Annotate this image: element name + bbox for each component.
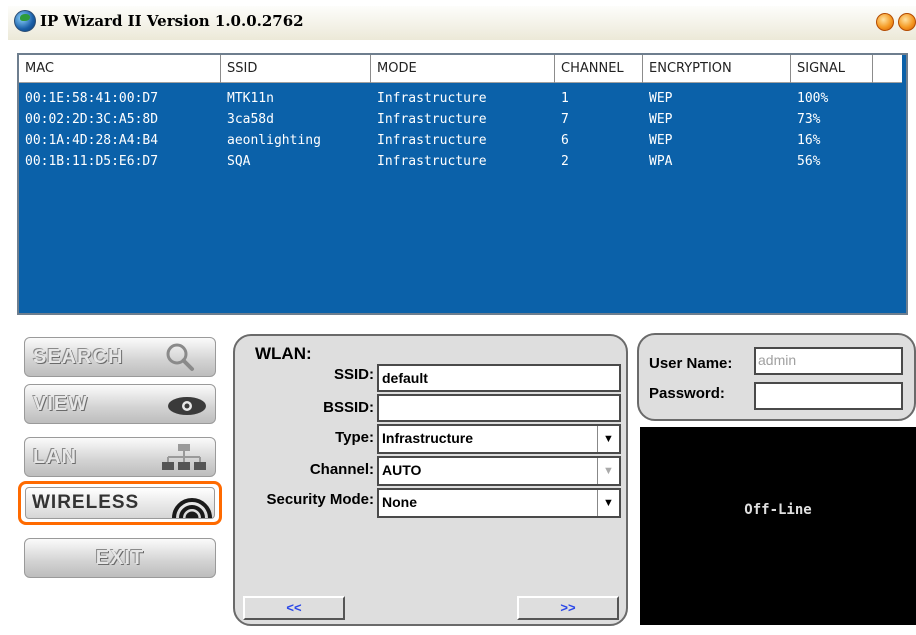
username-label: User Name: — [649, 355, 733, 372]
table-row[interactable]: 00:1A:4D:28:A4:B4 aeonlighting Infrastruct… — [19, 130, 902, 151]
cell-channel: 7 — [561, 112, 569, 127]
table-row[interactable]: 00:1B:11:D5:E6:D7 SQA Infrastructure 2 WPA 56… — [19, 151, 902, 172]
column-header-ssid[interactable]: SSID — [221, 55, 371, 83]
column-header-signal[interactable]: SIGNAL — [791, 55, 873, 83]
globe-icon — [14, 10, 36, 32]
username-field[interactable]: admin — [754, 347, 903, 375]
wireless-button-label: WIRELESS — [32, 492, 140, 513]
exit-button[interactable]: EXIT — [24, 538, 216, 578]
cell-encryption: WEP — [649, 133, 673, 148]
type-select-value: Infrastructure — [382, 430, 474, 446]
lan-button[interactable]: LAN — [24, 437, 216, 477]
view-button[interactable]: VIEW — [24, 384, 216, 424]
cell-signal: 16% — [797, 133, 821, 148]
column-header-mode[interactable]: MODE — [371, 55, 555, 83]
channel-select[interactable]: AUTO ▼ — [377, 456, 621, 486]
cell-signal: 56% — [797, 154, 821, 169]
cell-channel: 6 — [561, 133, 569, 148]
next-button[interactable]: >> — [517, 596, 619, 620]
type-select[interactable]: Infrastructure ▼ — [377, 424, 621, 454]
ssid-label: SSID: — [333, 366, 374, 383]
previous-button[interactable]: << — [243, 596, 345, 620]
lan-button-label: LAN — [33, 446, 78, 468]
cell-signal: 73% — [797, 112, 821, 127]
cell-mac: 00:02:2D:3C:A5:8D — [25, 112, 159, 127]
chevron-down-icon[interactable]: ▼ — [597, 490, 619, 516]
ssid-field[interactable]: default — [377, 364, 621, 392]
wlan-panel: WLAN: SSID: default BSSID: Type: Infrast… — [233, 334, 628, 626]
cell-channel: 2 — [561, 154, 569, 169]
cell-mode: Infrastructure — [377, 133, 487, 148]
channel-label: Channel: — [309, 461, 374, 478]
cell-mac: 00:1E:58:41:00:D7 — [25, 91, 159, 106]
device-list-header: MAC SSID MODE CHANNEL ENCRYPTION SIGNAL — [19, 55, 902, 83]
eye-icon — [168, 397, 206, 415]
channel-select-value: AUTO — [382, 462, 422, 478]
view-button-label: VIEW — [33, 393, 89, 415]
close-button[interactable] — [898, 13, 916, 31]
status-panel: Off-Line — [640, 427, 916, 625]
cell-mac: 00:1A:4D:28:A4:B4 — [25, 133, 159, 148]
cell-channel: 1 — [561, 91, 569, 106]
password-label: Password: — [649, 385, 725, 402]
cell-ssid: MTK11n — [227, 91, 274, 106]
chevron-down-icon[interactable]: ▼ — [597, 458, 619, 484]
column-header-encryption[interactable]: ENCRYPTION — [643, 55, 791, 83]
type-label: Type: — [335, 429, 374, 446]
cell-ssid: SQA — [227, 154, 251, 169]
cell-signal: 100% — [797, 91, 829, 106]
security-mode-label: Security Mode: — [266, 491, 374, 508]
wifi-icon — [172, 498, 212, 519]
security-mode-select-value: None — [382, 494, 417, 510]
cell-encryption: WPA — [649, 154, 673, 169]
cell-encryption: WEP — [649, 91, 673, 106]
device-rows: 00:1E:58:41:00:D7 MTK11n Infrastructure 1 WE… — [19, 88, 902, 172]
bssid-label: BSSID: — [323, 399, 374, 416]
login-panel: User Name: admin Password: — [637, 333, 916, 421]
search-button[interactable]: SEARCH — [24, 337, 216, 377]
column-header-channel[interactable]: CHANNEL — [555, 55, 643, 83]
cell-mode: Infrastructure — [377, 112, 487, 127]
bssid-field[interactable] — [377, 394, 621, 422]
table-row[interactable]: 00:1E:58:41:00:D7 MTK11n Infrastructure 1 WE… — [19, 88, 902, 109]
cell-encryption: WEP — [649, 112, 673, 127]
exit-button-label: EXIT — [95, 547, 145, 569]
search-button-label: SEARCH — [33, 346, 124, 368]
table-row[interactable]: 00:02:2D:3C:A5:8D 3ca58d Infrastructure 7 WE… — [19, 109, 902, 130]
window-title: IP Wizard II Version 1.0.0.2762 — [40, 12, 304, 30]
cell-mode: Infrastructure — [377, 154, 487, 169]
chevron-down-icon[interactable]: ▼ — [597, 426, 619, 452]
cell-ssid: aeonlighting — [227, 133, 321, 148]
network-icon — [162, 444, 206, 470]
wireless-button-face: WIRELESS — [25, 487, 215, 519]
password-field[interactable] — [754, 382, 903, 410]
wlan-heading: WLAN: — [255, 344, 312, 363]
minimize-button[interactable] — [876, 13, 894, 31]
connection-status: Off-Line — [744, 502, 812, 518]
cell-mode: Infrastructure — [377, 91, 487, 106]
cell-mac: 00:1B:11:D5:E6:D7 — [25, 154, 159, 169]
security-mode-select[interactable]: None ▼ — [377, 488, 621, 518]
column-header-mac[interactable]: MAC — [19, 55, 221, 83]
magnifier-icon — [166, 343, 194, 371]
cell-ssid: 3ca58d — [227, 112, 274, 127]
wireless-button[interactable]: WIRELESS — [18, 481, 222, 525]
